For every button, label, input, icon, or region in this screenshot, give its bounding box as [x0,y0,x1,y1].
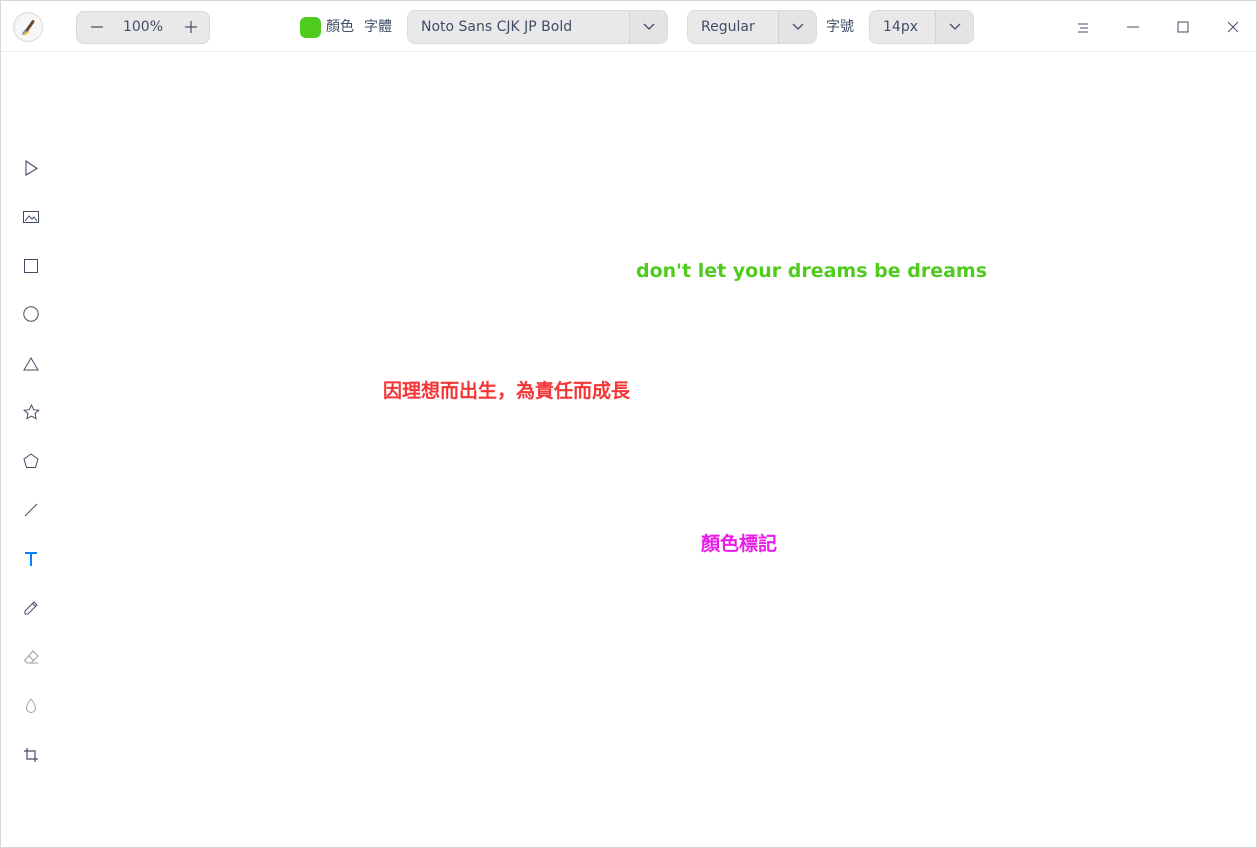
font-weight-value: Regular [701,19,755,35]
image-icon [23,209,39,228]
chevron-down-icon[interactable] [629,11,667,43]
chevron-down-icon[interactable] [935,11,973,43]
eraser-icon [23,649,40,669]
menu-button[interactable] [1069,13,1097,41]
app-logo-icon [13,12,43,42]
pen-icon [23,600,39,620]
canvas-text-magenta[interactable]: 顏色標記 [701,529,777,556]
font-size-label: 字號 [826,19,854,35]
select-tool[interactable] [19,158,43,182]
minimize-icon [1127,18,1139,37]
text-icon [24,551,38,571]
eraser-tool[interactable] [19,647,43,671]
tool-sidebar [1,53,61,847]
crop-tool[interactable] [19,745,43,769]
blur-tool[interactable] [19,696,43,720]
text-tool[interactable] [19,549,43,573]
image-tool[interactable] [19,206,43,230]
line-icon [23,502,39,522]
polygon-icon [23,453,39,473]
font-size-select[interactable]: 14px [869,10,974,44]
ellipse-icon [23,306,39,326]
color-label: 顏色 [326,19,354,35]
minimize-button[interactable] [1119,13,1147,41]
plus-icon [185,18,197,37]
drawing-canvas[interactable]: don't let your dreams be dreams 因理想而出生，為… [61,53,1256,847]
minus-icon [91,18,103,37]
triangle-icon [23,356,39,375]
rectangle-icon [24,258,38,277]
menu-icon [1077,18,1089,37]
draw-app-window: 100% 顏色 字體 Noto Sans CJK JP Bold Regular… [0,0,1257,848]
chevron-down-icon[interactable] [778,11,816,43]
blur-drop-icon [25,698,37,718]
maximize-icon [1177,18,1189,37]
color-picker-swatch[interactable] [300,17,321,38]
maximize-button[interactable] [1169,13,1197,41]
zoom-in-button[interactable] [173,12,209,43]
font-family-select[interactable]: Noto Sans CJK JP Bold [407,10,668,44]
font-weight-select[interactable]: Regular [687,10,817,44]
star-icon [22,403,40,424]
triangle-tool[interactable] [19,353,43,377]
zoom-level[interactable]: 100% [115,12,171,43]
pen-tool[interactable] [19,598,43,622]
font-label: 字體 [364,19,392,35]
star-tool[interactable] [19,402,43,426]
polygon-tool[interactable] [19,451,43,475]
close-icon [1227,18,1239,37]
rectangle-tool[interactable] [19,255,43,279]
font-family-value: Noto Sans CJK JP Bold [421,19,573,35]
line-tool[interactable] [19,500,43,524]
canvas-text-red[interactable]: 因理想而出生，為責任而成長 [383,376,630,403]
zoom-control: 100% [76,11,210,44]
font-size-value: 14px [883,19,918,35]
canvas-text-green[interactable]: don't let your dreams be dreams [636,260,987,282]
crop-icon [23,747,39,767]
titlebar: 100% 顏色 字體 Noto Sans CJK JP Bold Regular… [1,1,1256,52]
select-arrow-icon [23,159,39,180]
zoom-out-button[interactable] [79,12,115,43]
ellipse-tool[interactable] [19,304,43,328]
close-button[interactable] [1219,13,1247,41]
